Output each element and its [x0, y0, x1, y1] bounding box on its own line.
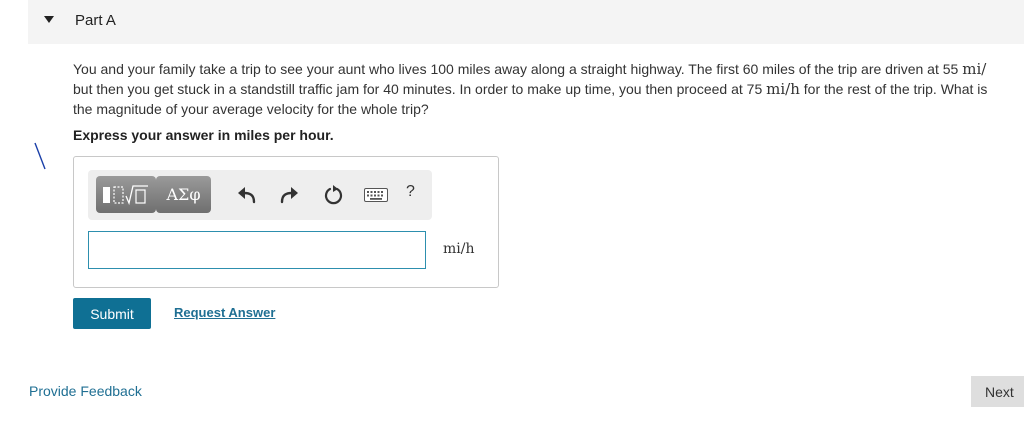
math-toolbar: ΑΣφ ? [88, 170, 432, 220]
next-button[interactable]: Next [971, 376, 1024, 407]
part-title: Part A [75, 12, 116, 29]
symbols-button[interactable]: ΑΣφ [156, 176, 211, 213]
keyboard-icon[interactable] [364, 188, 388, 202]
question-line-1: You and your family take a trip to see y… [73, 60, 987, 78]
templates-button[interactable] [96, 176, 156, 213]
answer-input[interactable] [88, 231, 426, 269]
reset-icon[interactable] [322, 184, 344, 206]
backslash-mark-icon [34, 142, 46, 170]
answer-unit: mi/h [443, 241, 475, 257]
part-header[interactable]: Part A [28, 0, 1024, 44]
answer-instruction: Express your answer in miles per hour. [73, 127, 334, 143]
provide-feedback-link[interactable]: Provide Feedback [29, 383, 142, 399]
templates-icon [103, 185, 148, 206]
collapse-triangle-icon[interactable] [44, 16, 54, 23]
question-text: You and your family take a trip to see y… [73, 59, 1024, 119]
question-line-3: the magnitude of your average velocity f… [73, 101, 429, 117]
help-button[interactable]: ? [406, 183, 415, 201]
redo-icon[interactable] [278, 184, 300, 206]
request-answer-link[interactable]: Request Answer [174, 305, 275, 320]
submit-button[interactable]: Submit [73, 298, 151, 329]
undo-icon[interactable] [236, 184, 258, 206]
question-line-2: but then you get stuck in a standstill t… [73, 80, 988, 98]
answer-box: ΑΣφ ? mi/h [73, 156, 499, 288]
